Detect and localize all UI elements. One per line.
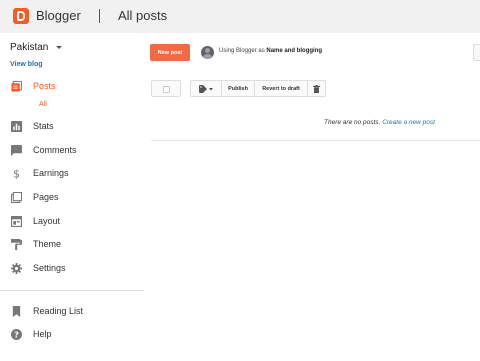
posts-toolbar: Publish Revert to draft: [151, 80, 326, 97]
top-header: Blogger All posts: [0, 0, 480, 33]
sidebar-item-posts[interactable]: Posts: [0, 77, 144, 97]
delete-button[interactable]: [308, 81, 325, 96]
view-blog-link[interactable]: View blog: [10, 61, 43, 68]
svg-text:$: $: [13, 168, 20, 179]
header-divider: [99, 9, 100, 23]
select-all-checkbox[interactable]: [151, 80, 181, 97]
new-post-button[interactable]: New post: [150, 44, 190, 61]
sidebar-item-label: Posts: [33, 81, 56, 91]
layout-icon: [11, 216, 22, 227]
sidebar-item-reading-list[interactable]: Reading List: [0, 302, 144, 322]
label-tag-icon: [199, 84, 213, 93]
sidebar-item-label: Comments: [33, 145, 77, 155]
sidebar-divider: [0, 290, 144, 291]
label-button[interactable]: [191, 81, 222, 96]
sidebar-item-label: Stats: [33, 121, 54, 131]
dollar-icon: $: [13, 168, 20, 179]
empty-state-message: There are no posts. Create a new post: [324, 119, 435, 126]
publish-button[interactable]: Publish: [222, 81, 255, 96]
sidebar-item-earnings[interactable]: $ Earnings: [0, 164, 144, 184]
blogger-logo-icon[interactable]: [13, 8, 29, 24]
sidebar-item-stats[interactable]: Stats: [0, 117, 144, 137]
help-icon: ?: [11, 329, 22, 340]
sidebar-item-pages[interactable]: Pages: [0, 188, 144, 208]
gear-icon: [11, 263, 22, 274]
empty-text: There are no posts.: [324, 119, 381, 126]
posts-icon: [11, 81, 22, 92]
account-info: Using Blogger as Name and blogging: [219, 48, 322, 54]
trash-icon: [313, 84, 320, 93]
sidebar-subitem-all[interactable]: All: [39, 101, 47, 108]
sidebar-item-label: Reading List: [33, 306, 84, 316]
sidebar-item-label: Help: [33, 329, 52, 339]
sidebar-item-layout[interactable]: Layout: [0, 212, 144, 232]
sidebar-item-settings[interactable]: Settings: [0, 259, 144, 279]
revert-to-draft-button[interactable]: Revert to draft: [255, 81, 308, 96]
action-button-group: Publish Revert to draft: [190, 80, 326, 97]
bookmark-icon: [12, 306, 21, 317]
main-panel: New post Using Blogger as Name and blogg…: [144, 33, 480, 361]
blog-selector[interactable]: Pakistan: [10, 42, 48, 53]
create-post-link[interactable]: Create a new post: [382, 119, 435, 126]
sidebar-item-label: Layout: [33, 216, 61, 226]
sidebar-item-label: Earnings: [33, 168, 69, 178]
sidebar-item-help[interactable]: ? Help: [0, 325, 144, 345]
svg-text:?: ?: [14, 330, 19, 340]
brand-name[interactable]: Blogger: [36, 8, 81, 23]
sidebar-item-comments[interactable]: Comments: [0, 141, 144, 161]
theme-icon: [11, 239, 22, 250]
sidebar-item-label: Pages: [33, 192, 59, 202]
pages-icon: [11, 192, 22, 203]
comments-icon: [11, 145, 22, 156]
sidebar-item-theme[interactable]: Theme: [0, 235, 144, 255]
stats-icon: [11, 121, 22, 132]
account-name: Name and blogging: [266, 48, 323, 54]
using-prefix: Using Blogger as: [219, 48, 267, 54]
sidebar-item-label: Settings: [33, 263, 66, 273]
sidebar: Pakistan View blog Posts All Stats Comme…: [0, 33, 144, 361]
avatar[interactable]: [201, 46, 214, 59]
caret-down-icon[interactable]: [56, 46, 62, 49]
sidebar-item-label: Theme: [33, 239, 62, 249]
search-box-stub[interactable]: [473, 44, 480, 61]
page-title: All posts: [118, 8, 168, 23]
list-divider: [151, 140, 480, 141]
